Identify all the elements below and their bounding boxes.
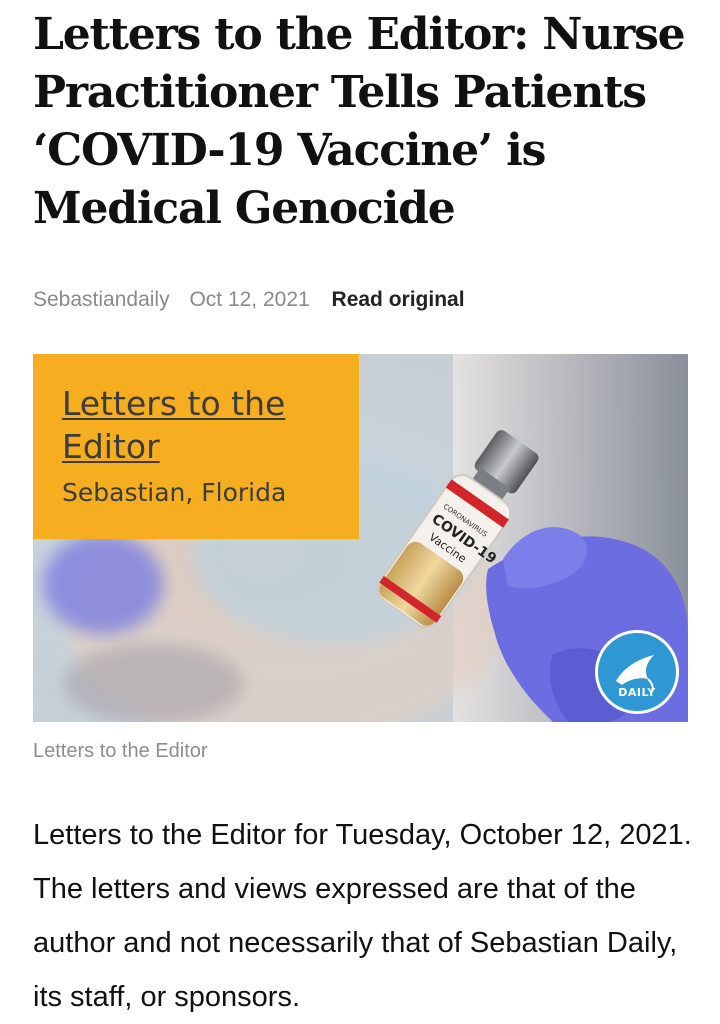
publish-date: Oct 12, 2021 [189,288,310,311]
logo-text: DAILY [618,686,656,699]
byline: Sebastiandaily Oct 12, 2021 Read origina… [33,286,465,314]
label-subtitle: Sebastian, Florida [62,478,287,507]
author-name[interactable]: Sebastiandaily [33,288,170,311]
read-original-link[interactable]: Read original [332,288,465,311]
letters-label-box: Letters to the Editor Sebastian, Florida [33,354,359,539]
label-title: Letters to the Editor [62,384,286,466]
hero-image[interactable]: CORONAVIRUS COVID-19 Vaccine Letters to … [33,354,688,722]
pelican-icon [616,655,654,692]
article-headline: Letters to the Editor: Nurse Practitione… [33,9,686,234]
article-body: Letters to the Editor for Tuesday, Octob… [33,819,692,1013]
image-caption: Letters to the Editor [33,740,208,762]
sebastian-daily-logo: DAILY [595,630,679,714]
